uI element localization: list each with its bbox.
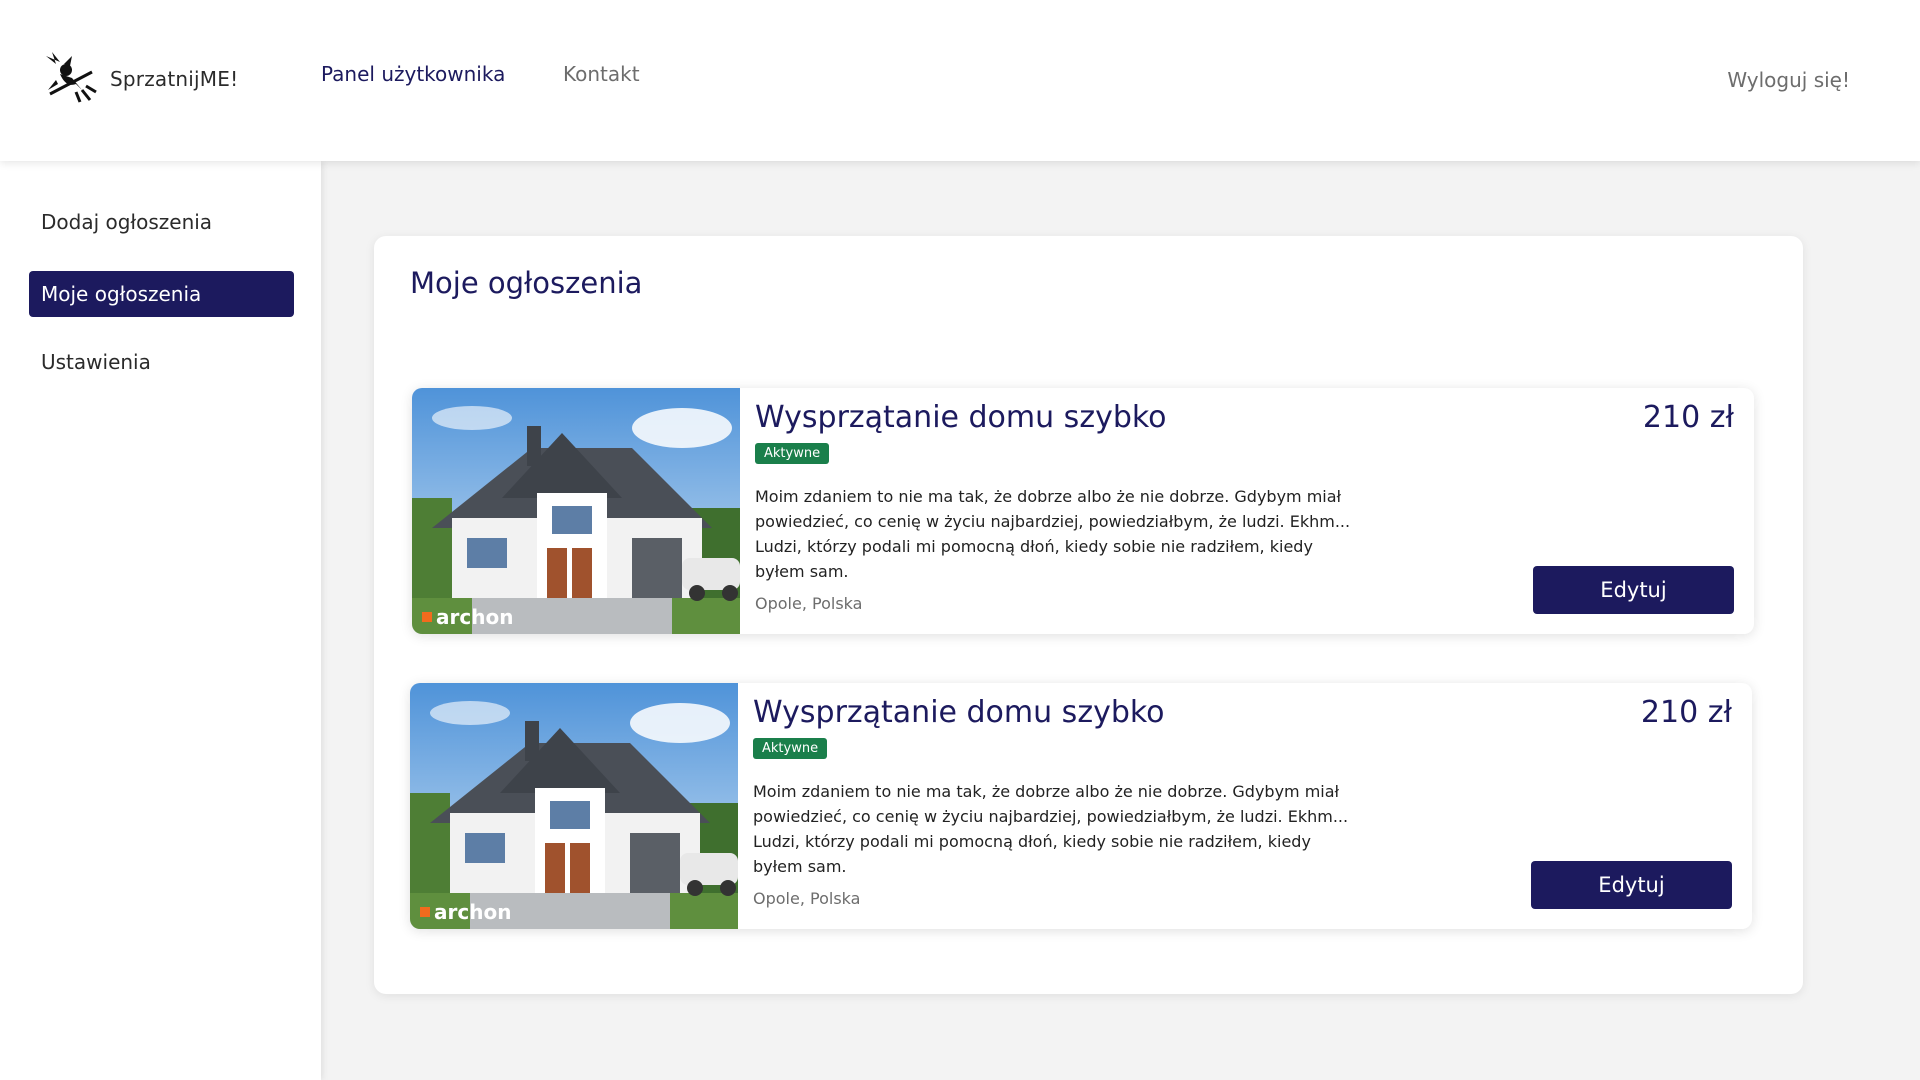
image-watermark: archon <box>436 605 513 629</box>
listing-title[interactable]: Wysprzątanie domu szybko <box>755 400 1167 435</box>
sidebar-item-settings[interactable]: Ustawienia <box>29 339 294 385</box>
nav-link-user-panel[interactable]: Panel użytkownika <box>321 62 505 86</box>
status-badge: Aktywne <box>755 443 830 464</box>
witch-broom-icon <box>42 50 98 108</box>
nav-link-contact[interactable]: Kontakt <box>563 62 640 86</box>
listing-location: Opole, Polska <box>755 594 863 613</box>
sidebar-item-my-listings[interactable]: Moje ogłoszenia <box>29 271 294 317</box>
edit-button[interactable]: Edytuj <box>1533 566 1734 614</box>
listing-title[interactable]: Wysprzątanie domu szybko <box>753 695 1165 730</box>
main-panel: Moje ogłoszenia archon Wysprzątanie domu… <box>374 236 1803 994</box>
listing-price: 210 zł <box>1640 695 1732 730</box>
listing-card: archon Wysprzątanie domu szybko 210 zł A… <box>412 388 1754 634</box>
listing-location: Opole, Polska <box>753 889 861 908</box>
page-title: Moje ogłoszenia <box>410 266 643 300</box>
listing-card: archon Wysprzątanie domu szybko 210 zł A… <box>410 683 1752 929</box>
top-navbar: SprzatnijME! Panel użytkownika Kontakt W… <box>0 0 1920 161</box>
status-badge: Aktywne <box>753 738 828 759</box>
logo-text: SprzatnijME! <box>110 67 239 91</box>
listing-description: Moim zdaniem to nie ma tak, że dobrze al… <box>753 782 1349 876</box>
listing-image: archon <box>410 683 738 929</box>
image-watermark: archon <box>434 900 511 924</box>
edit-button[interactable]: Edytuj <box>1531 861 1732 909</box>
logout-link[interactable]: Wyloguj się! <box>1727 68 1850 92</box>
sidebar-item-add-listing[interactable]: Dodaj ogłoszenia <box>29 199 294 245</box>
listing-description: Moim zdaniem to nie ma tak, że dobrze al… <box>755 487 1351 581</box>
sidebar: Dodaj ogłoszenia Moje ogłoszenia Ustawie… <box>0 161 321 1080</box>
logo[interactable]: SprzatnijME! <box>42 50 238 108</box>
listing-image: archon <box>412 388 740 634</box>
listing-price: 210 zł <box>1642 400 1734 435</box>
